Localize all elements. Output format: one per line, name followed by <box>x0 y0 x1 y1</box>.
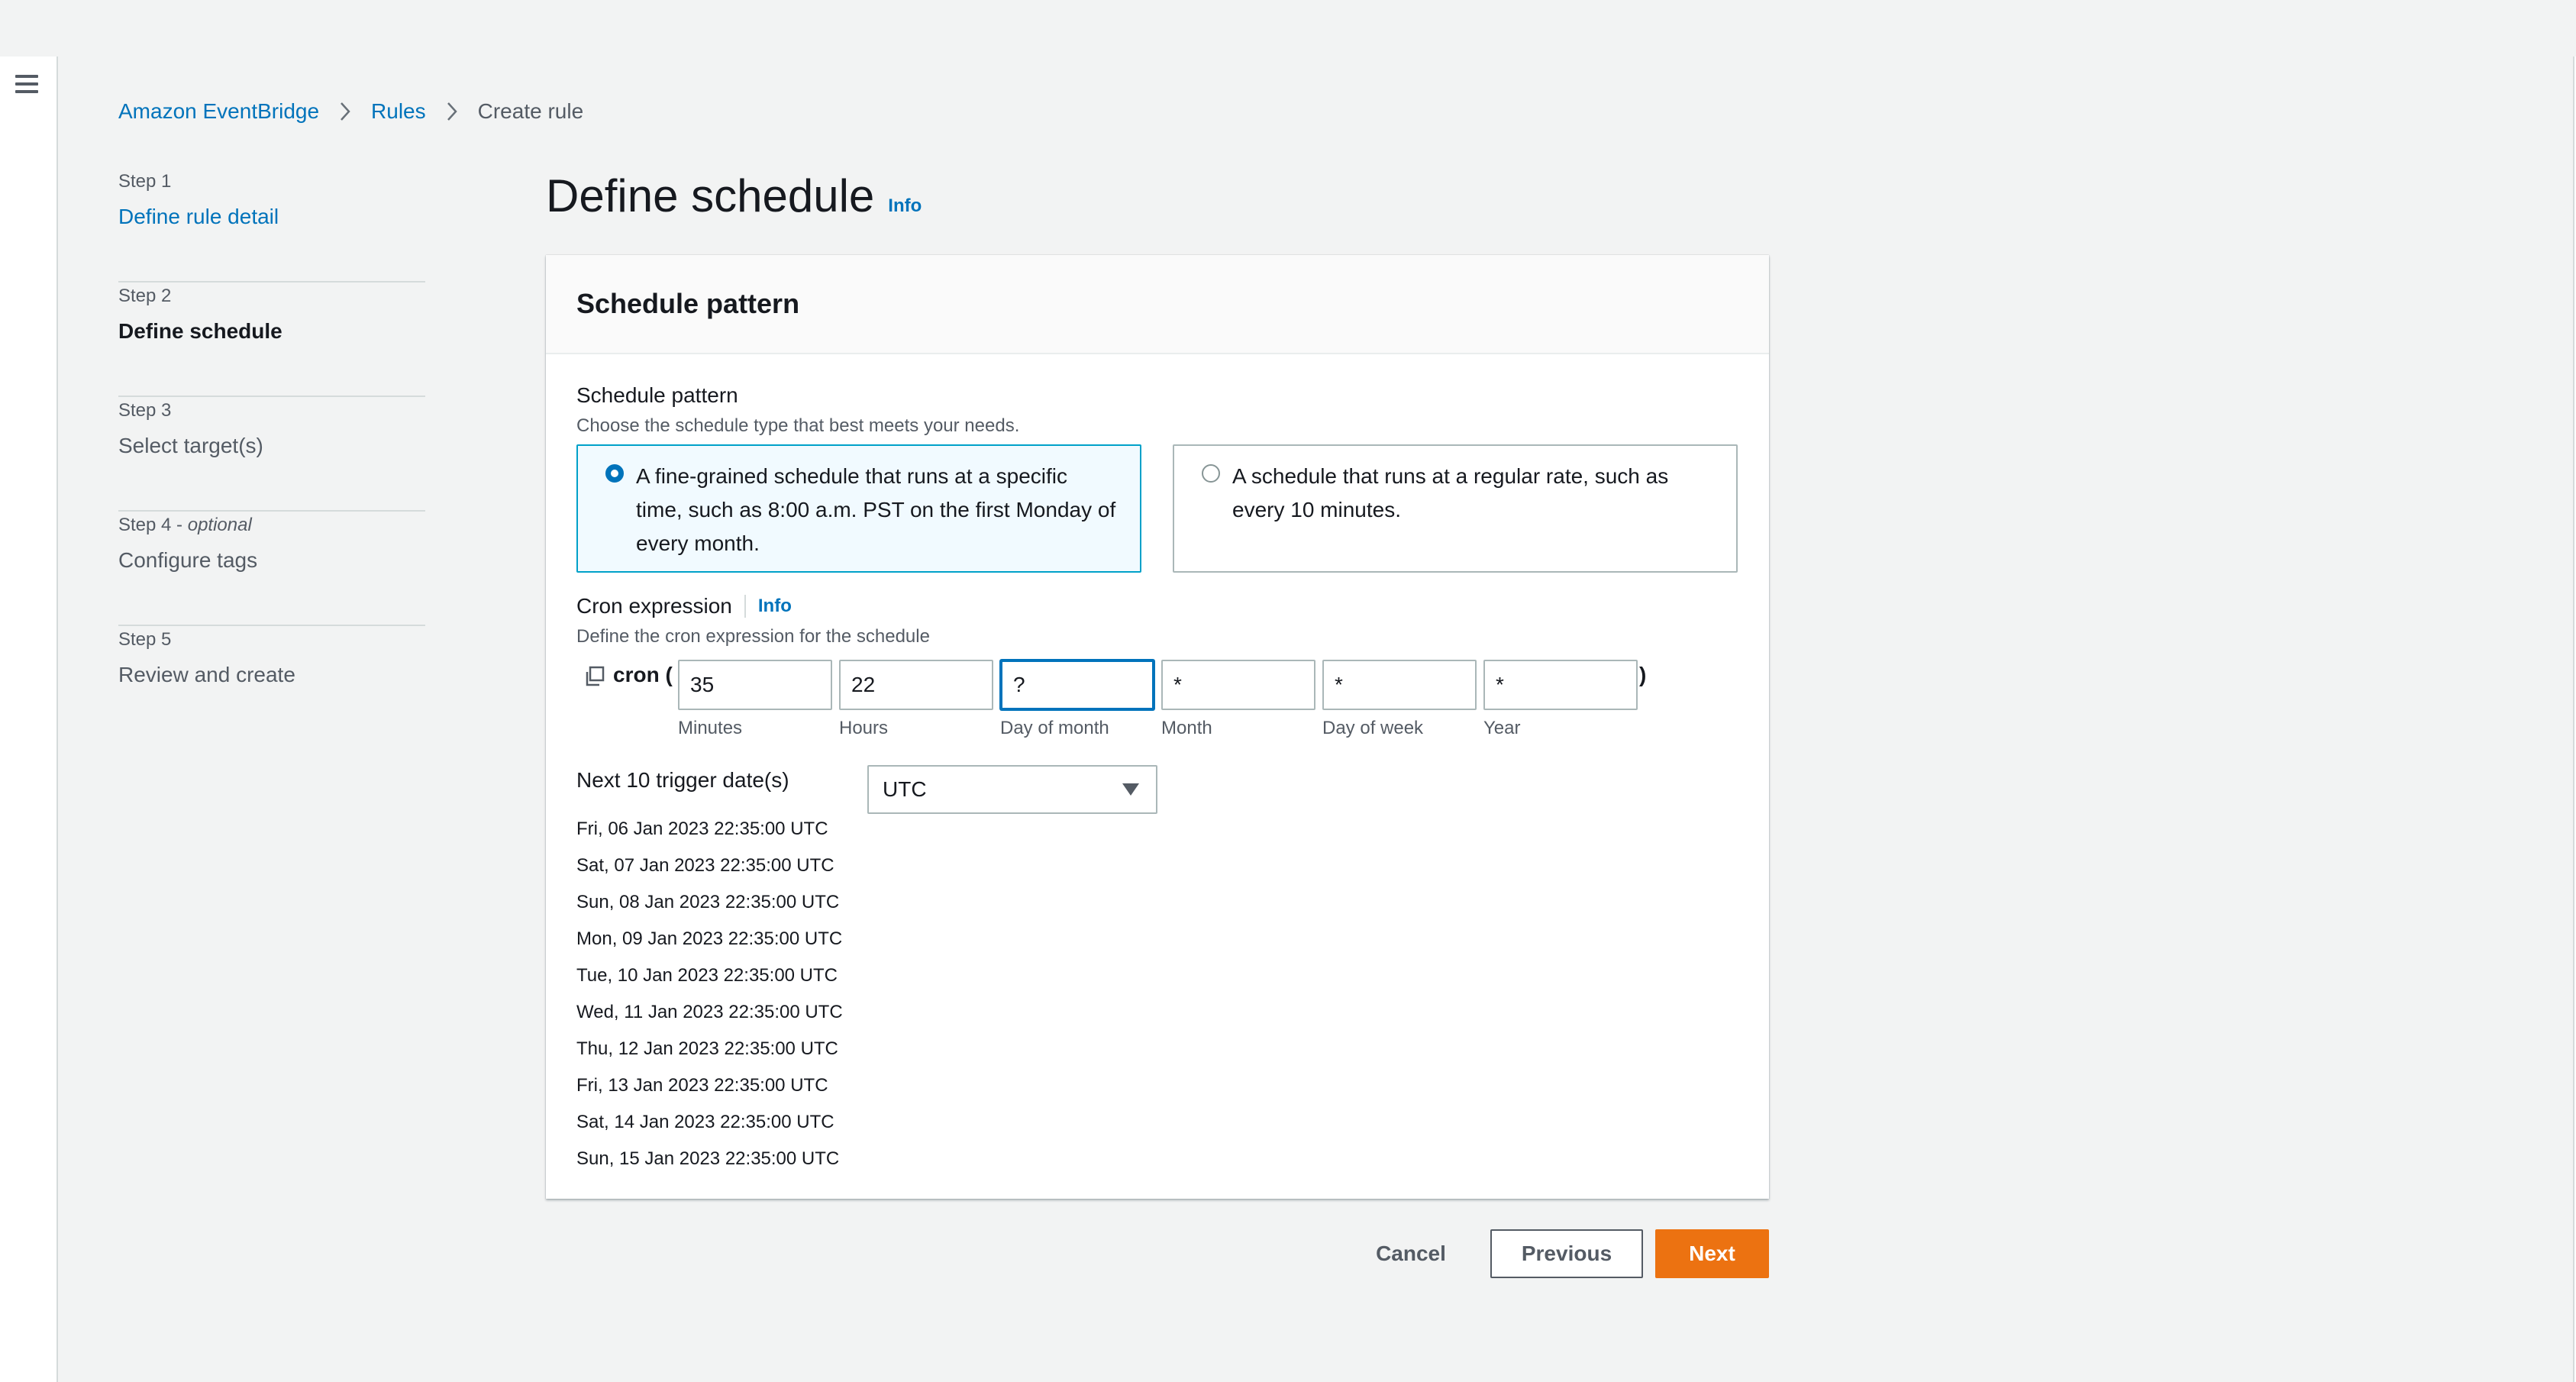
radio-selected-icon[interactable] <box>605 464 624 483</box>
cron-caption-minutes: Minutes <box>678 718 743 738</box>
caret-down-icon <box>1122 783 1139 796</box>
trigger-date: Thu, 12 Jan 2023 22:35:00 UTC <box>576 1038 838 1059</box>
schedule-pattern-label: Schedule pattern <box>576 383 738 407</box>
trigger-dates-list: Fri, 06 Jan 2023 22:35:00 UTC Sat, 07 Ja… <box>576 811 843 1177</box>
step-title-configure-tags: Configure tags <box>118 548 258 572</box>
trigger-date: Sat, 07 Jan 2023 22:35:00 UTC <box>576 855 834 876</box>
trigger-date: Fri, 13 Jan 2023 22:35:00 UTC <box>576 1075 828 1096</box>
next-button[interactable]: Next <box>1655 1229 1769 1278</box>
copy-icon[interactable] <box>584 666 605 687</box>
cron-caption-day-of-month: Day of month <box>1000 718 1109 738</box>
step-title-define-schedule: Define schedule <box>118 319 282 343</box>
schedule-pattern-card: Schedule pattern Schedule pattern Choose… <box>546 255 1769 1199</box>
cron-expression-label: Cron expression Info <box>576 594 792 618</box>
breadcrumb-link-eventbridge[interactable]: Amazon EventBridge <box>118 99 319 124</box>
wizard-step-5: Step 5 Review and create <box>118 626 425 741</box>
cron-day-of-week-input[interactable] <box>1322 660 1477 710</box>
trigger-date: Sat, 14 Jan 2023 22:35:00 UTC <box>576 1112 834 1132</box>
cron-minutes-input[interactable] <box>678 660 832 710</box>
tile-text: A fine-grained schedule that runs at a s… <box>636 464 1116 555</box>
cron-caption-hours: Hours <box>839 718 889 738</box>
cron-day-of-month-input[interactable] <box>1000 660 1154 710</box>
cron-prefix: cron ( <box>613 663 673 686</box>
breadcrumb-link-rules[interactable]: Rules <box>371 99 426 124</box>
tile-fine-grained-schedule[interactable]: A fine-grained schedule that runs at a s… <box>576 444 1141 573</box>
trigger-date: Sun, 08 Jan 2023 22:35:00 UTC <box>576 892 840 912</box>
cron-month-input[interactable] <box>1161 660 1315 710</box>
step-label: Step 3 <box>118 400 172 421</box>
step-label: Step 5 <box>118 629 172 650</box>
tools-rail <box>2573 57 2576 1382</box>
top-strip <box>0 0 2576 57</box>
tile-rate-based-schedule[interactable]: A schedule that runs at a regular rate, … <box>1173 444 1738 573</box>
step-title-review-and-create: Review and create <box>118 663 295 686</box>
cron-info-link[interactable]: Info <box>758 596 792 617</box>
breadcrumb: Amazon EventBridge Rules Create rule <box>118 96 583 127</box>
trigger-dates-label: Next 10 trigger date(s) <box>576 768 789 792</box>
chevron-right-icon <box>446 101 458 122</box>
trigger-date: Mon, 09 Jan 2023 22:35:00 UTC <box>576 928 843 949</box>
timezone-value: UTC <box>883 777 927 801</box>
schedule-pattern-description: Choose the schedule type that best meets… <box>576 415 1020 436</box>
chevron-right-icon <box>339 101 351 122</box>
timezone-select[interactable]: UTC <box>867 765 1157 814</box>
page-title: Define schedule Info <box>546 170 922 221</box>
cron-caption-day-of-week: Day of week <box>1322 718 1424 738</box>
trigger-date: Tue, 10 Jan 2023 22:35:00 UTC <box>576 965 838 986</box>
navigation-rail <box>0 57 58 1382</box>
optional-label: optional <box>187 515 252 535</box>
step-title-select-targets: Select target(s) <box>118 434 263 457</box>
wizard-step-4: Step 4 - optional Configure tags <box>118 512 425 626</box>
wizard-step-3: Step 3 Select target(s) <box>118 397 425 512</box>
wizard-steps: Step 1 Define rule detail Step 2 Define … <box>118 168 425 741</box>
trigger-date: Fri, 06 Jan 2023 22:35:00 UTC <box>576 819 828 839</box>
wizard-step-2: Step 2 Define schedule <box>118 283 425 397</box>
tile-text: A schedule that runs at a regular rate, … <box>1232 464 1669 521</box>
step-link-define-rule-detail[interactable]: Define rule detail <box>118 205 425 229</box>
trigger-date: Wed, 11 Jan 2023 22:35:00 UTC <box>576 1002 843 1022</box>
step-label: Step 4 - optional <box>118 515 252 535</box>
cron-year-input[interactable] <box>1483 660 1638 710</box>
step-label: Step 1 <box>118 171 172 192</box>
breadcrumb-current: Create rule <box>477 99 584 123</box>
menu-icon[interactable] <box>15 75 38 98</box>
step-label: Step 2 <box>118 286 172 306</box>
trigger-date: Sun, 15 Jan 2023 22:35:00 UTC <box>576 1148 840 1169</box>
wizard-step-1: Step 1 Define rule detail <box>118 168 425 283</box>
radio-unselected-icon[interactable] <box>1202 464 1220 483</box>
cron-caption-month: Month <box>1161 718 1212 738</box>
card-header: Schedule pattern <box>546 255 1769 354</box>
cron-suffix: ) <box>1639 663 1647 686</box>
info-link[interactable]: Info <box>888 195 922 217</box>
cron-caption-year: Year <box>1483 718 1521 738</box>
previous-button[interactable]: Previous <box>1490 1229 1643 1278</box>
cron-hours-input[interactable] <box>839 660 993 710</box>
cron-expression-description: Define the cron expression for the sched… <box>576 626 930 647</box>
cancel-button[interactable]: Cancel <box>1359 1229 1463 1278</box>
card-title: Schedule pattern <box>576 288 800 319</box>
